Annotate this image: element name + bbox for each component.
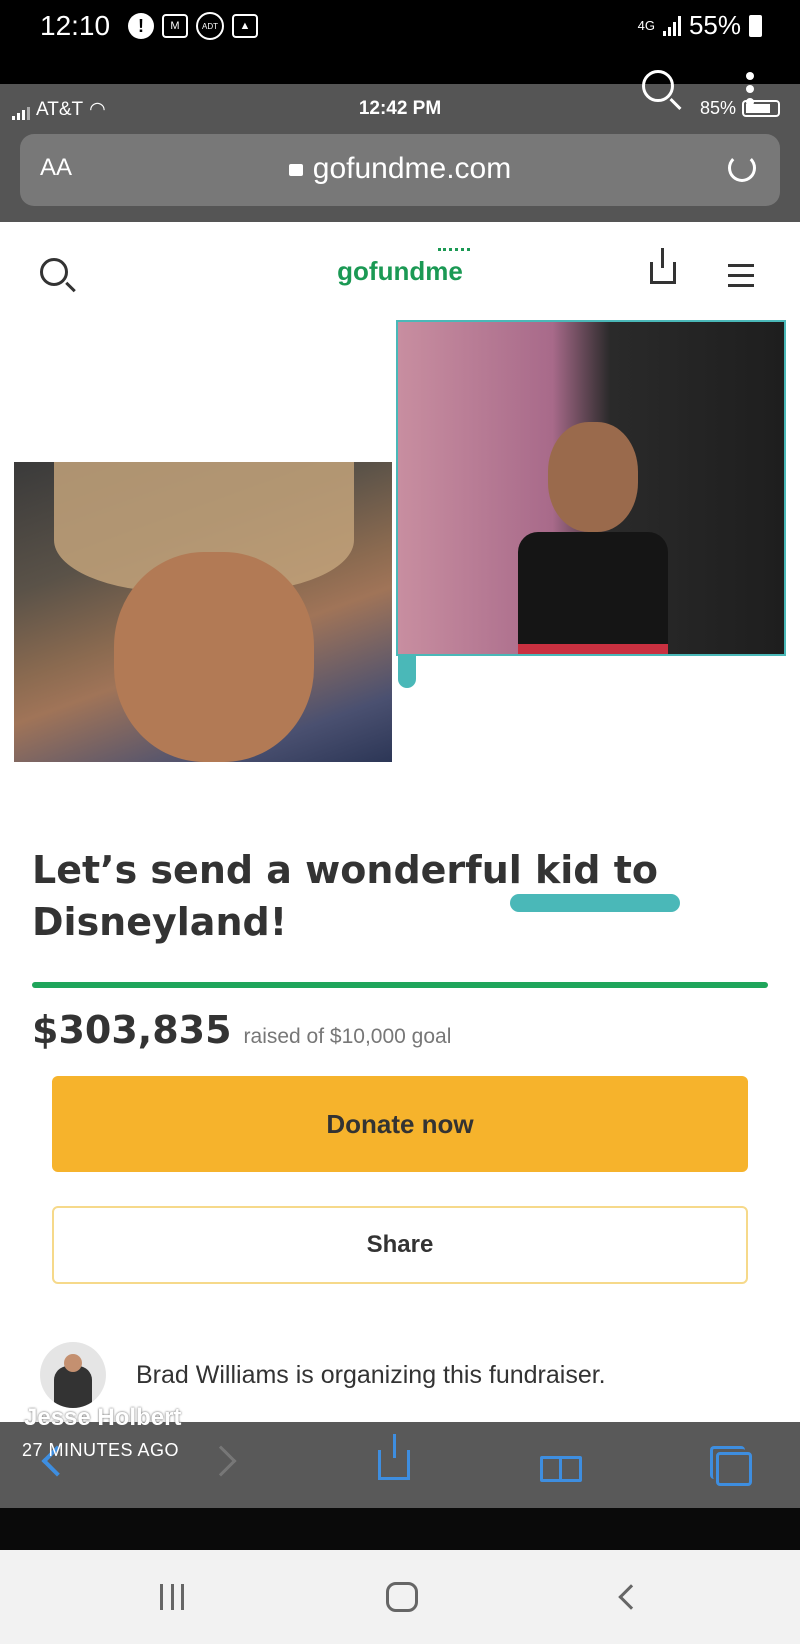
share-button[interactable]: Share [52, 1206, 748, 1284]
campaign-title: Let’s send a wonderful kid to Disneyland… [32, 848, 658, 944]
safari-bottom-toolbar [0, 1422, 800, 1508]
funding-summary: $303,835 raised of $10,000 goal [32, 1008, 451, 1052]
share-icon[interactable] [650, 248, 676, 284]
url-bar[interactable]: AA gofundme.com [20, 134, 780, 206]
nav-back-icon[interactable] [618, 1584, 644, 1610]
network-type: 4G [637, 17, 655, 33]
ios-status-right: 85% [700, 98, 780, 119]
battery-icon [749, 14, 762, 37]
progress-bar [32, 982, 768, 988]
bookmarks-icon[interactable] [540, 1456, 582, 1482]
donate-now-button[interactable]: Donate now [52, 1076, 748, 1172]
android-battery-percent: 55% [688, 10, 741, 40]
recent-apps-icon[interactable] [160, 1584, 184, 1610]
android-nav-bar [0, 1550, 800, 1644]
divider [0, 1508, 800, 1550]
search-icon[interactable] [642, 70, 674, 102]
android-time: 12:10 [40, 10, 111, 41]
gofundme-logo[interactable]: gofundme [0, 256, 800, 287]
gmail-icon: M [162, 14, 188, 38]
progress-fill [32, 982, 768, 988]
crying-boy-photo [14, 462, 392, 762]
tabs-icon[interactable] [710, 1446, 752, 1486]
organizer-text: Brad Williams is organizing this fundrai… [136, 1360, 606, 1389]
story-poster-name: Jesse Holbert [24, 1404, 182, 1431]
ios-battery-percent: 85% [699, 98, 736, 118]
signal-icon [662, 15, 681, 36]
safari-share-icon[interactable] [378, 1434, 410, 1480]
address-field[interactable]: gofundme.com [20, 152, 780, 186]
goal-text: raised of $10,000 goal [243, 1025, 452, 1048]
hamburger-menu-icon[interactable] [728, 264, 754, 294]
forward-icon[interactable] [205, 1445, 237, 1477]
boy-with-family-photo [396, 320, 786, 656]
home-icon[interactable] [386, 1582, 418, 1612]
alert-icon: ! [128, 13, 154, 39]
reload-icon[interactable] [728, 154, 756, 182]
image-icon: ▲ [232, 14, 258, 38]
lock-icon [288, 164, 303, 176]
notification-icons: ! M ADT ▲ [128, 12, 258, 40]
domain-text: gofundme.com [312, 152, 512, 185]
android-status-right: 4G 55% [638, 10, 762, 41]
site-header: gofundme [0, 222, 800, 322]
gofundme-page: gofundme Let’s send a wonderful kid to D… [0, 222, 800, 1422]
amount-raised: $303,835 [32, 1008, 232, 1052]
safari-top-chrome: AT&T ◠ 12:42 PM 85% AA gofundme.com [0, 84, 800, 222]
adt-icon: ADT [196, 12, 224, 40]
organizer-row: Brad Williams is organizing this fundrai… [40, 1342, 760, 1408]
story-posted-time: 27 MINUTES AGO [22, 1440, 180, 1460]
more-options-icon[interactable] [746, 72, 754, 106]
android-status-bar: 12:10 ! M ADT ▲ 4G 55% [0, 0, 800, 58]
organizer-avatar[interactable] [40, 1342, 106, 1408]
